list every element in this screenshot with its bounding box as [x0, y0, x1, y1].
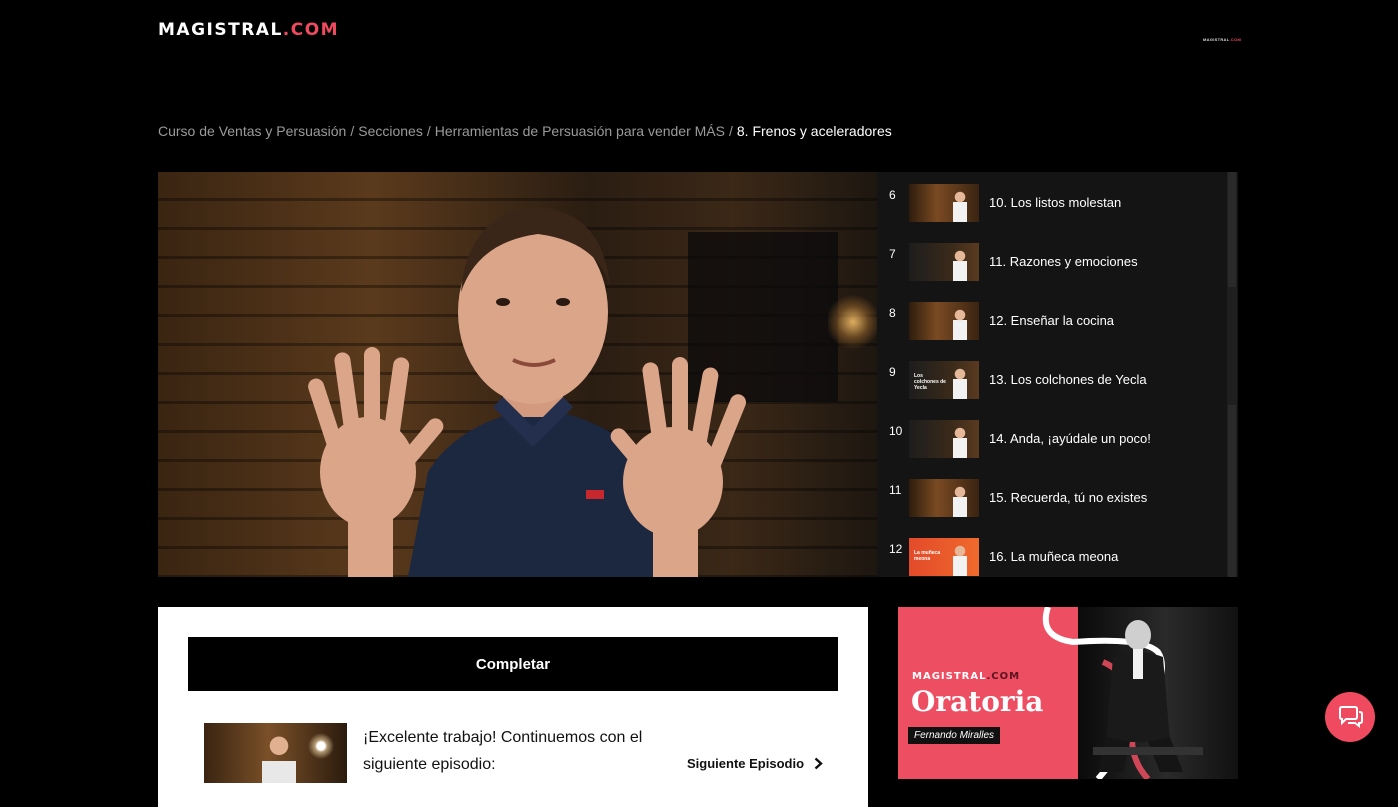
video-player[interactable] — [158, 172, 877, 577]
episode-number: 12 — [889, 542, 903, 556]
mini-logo-accent: .COM — [1229, 37, 1242, 42]
breadcrumb-separator: / — [728, 123, 733, 139]
chat-icon — [1339, 706, 1363, 728]
breadcrumb: Curso de Ventas y Persuasión / Secciones / H… — [158, 123, 892, 139]
episode-number: 10 — [889, 424, 903, 438]
logo-accent: .COM — [282, 20, 340, 40]
episode-thumbnail — [909, 243, 979, 281]
scrollbar-segment — [1228, 405, 1236, 577]
logo-main: MAGISTRAL — [158, 20, 283, 40]
next-episode-link[interactable]: Siguiente Episodio — [687, 756, 823, 771]
episode-actions-card: Completar ¡Excelente trabajo! Continuemo… — [158, 607, 868, 807]
site-logo[interactable]: MAGISTRAL.COM — [158, 20, 339, 40]
episode-title: 12. Enseñar la cocina — [989, 313, 1115, 328]
episode-item[interactable]: 9 Los colchones de Yecla 13. Los colchon… — [877, 349, 1238, 408]
episode-thumbnail — [909, 420, 979, 458]
next-episode-message: ¡Excelente trabajo! Continuemos con el s… — [363, 729, 643, 773]
breadcrumb-course[interactable]: Curso de Ventas y Persuasión — [158, 123, 346, 139]
episode-item[interactable]: 8 12. Enseñar la cocina — [877, 290, 1238, 349]
breadcrumb-separator: / — [350, 123, 355, 139]
thumbnail-caption: La muñeca meona — [914, 550, 941, 562]
episode-item[interactable]: 11 15. Recuerda, tú no existes — [877, 467, 1238, 526]
episode-item[interactable]: 10 14. Anda, ¡ayúdale un poco! — [877, 408, 1238, 467]
promo-author: Fernando Miralles — [908, 727, 1001, 744]
thumbnail-caption: Los colchones de Yecla — [914, 373, 946, 391]
episode-title: 11. Razones y emociones — [989, 254, 1138, 269]
breadcrumb-section[interactable]: Herramientas de Persuasión para vender M… — [435, 123, 725, 139]
episode-title: 16. La muñeca meona — [989, 549, 1119, 564]
episode-number: 9 — [889, 365, 896, 379]
mini-logo-main: MAGISTRAL — [1203, 37, 1230, 42]
chat-button[interactable] — [1325, 692, 1375, 742]
episode-item[interactable]: 7 11. Razones y emociones — [877, 231, 1238, 290]
episode-number: 8 — [889, 306, 896, 320]
promo-course-title: Oratoria — [911, 685, 1044, 718]
breadcrumb-separator: / — [426, 123, 431, 139]
mini-logo: MAGISTRAL.COM — [1203, 37, 1241, 42]
breadcrumb-current: 8. Frenos y aceleradores — [736, 123, 892, 139]
promo-brand-accent: .COM — [986, 671, 1021, 682]
episode-item[interactable]: 12 La muñeca meona 16. La muñeca meona — [877, 526, 1238, 577]
chevron-right-icon — [814, 757, 823, 770]
episode-list: 6 10. Los listos molestan 7 11. Razones … — [877, 172, 1238, 577]
episode-thumbnail: La muñeca meona — [909, 538, 979, 576]
promo-banner[interactable]: MAGISTRAL.COM Oratoria Fernando Miralles — [898, 607, 1238, 779]
episode-item[interactable]: 6 10. Los listos molestan — [877, 172, 1238, 231]
promo-brand-main: MAGISTRAL — [912, 671, 987, 682]
scrollbar-segment — [1228, 172, 1236, 287]
breadcrumb-sections[interactable]: Secciones — [358, 123, 423, 139]
episode-thumbnail — [909, 479, 979, 517]
episode-number: 7 — [889, 247, 896, 261]
episode-title: 10. Los listos molestan — [989, 195, 1122, 210]
next-episode-thumbnail[interactable] — [204, 723, 347, 783]
episode-thumbnail — [909, 184, 979, 222]
episode-thumbnail — [909, 302, 979, 340]
episode-title: 15. Recuerda, tú no existes — [989, 490, 1148, 505]
episode-thumbnail: Los colchones de Yecla — [909, 361, 979, 399]
complete-button[interactable]: Completar — [188, 637, 838, 691]
promo-brand: MAGISTRAL.COM — [912, 671, 1020, 682]
next-episode-label: Siguiente Episodio — [687, 756, 805, 771]
video-presenter — [308, 207, 746, 577]
episode-title: 14. Anda, ¡ayúdale un poco! — [989, 431, 1151, 446]
episode-number: 6 — [889, 188, 896, 202]
episode-number: 11 — [889, 483, 902, 497]
episode-title: 13. Los colchones de Yecla — [989, 372, 1147, 387]
